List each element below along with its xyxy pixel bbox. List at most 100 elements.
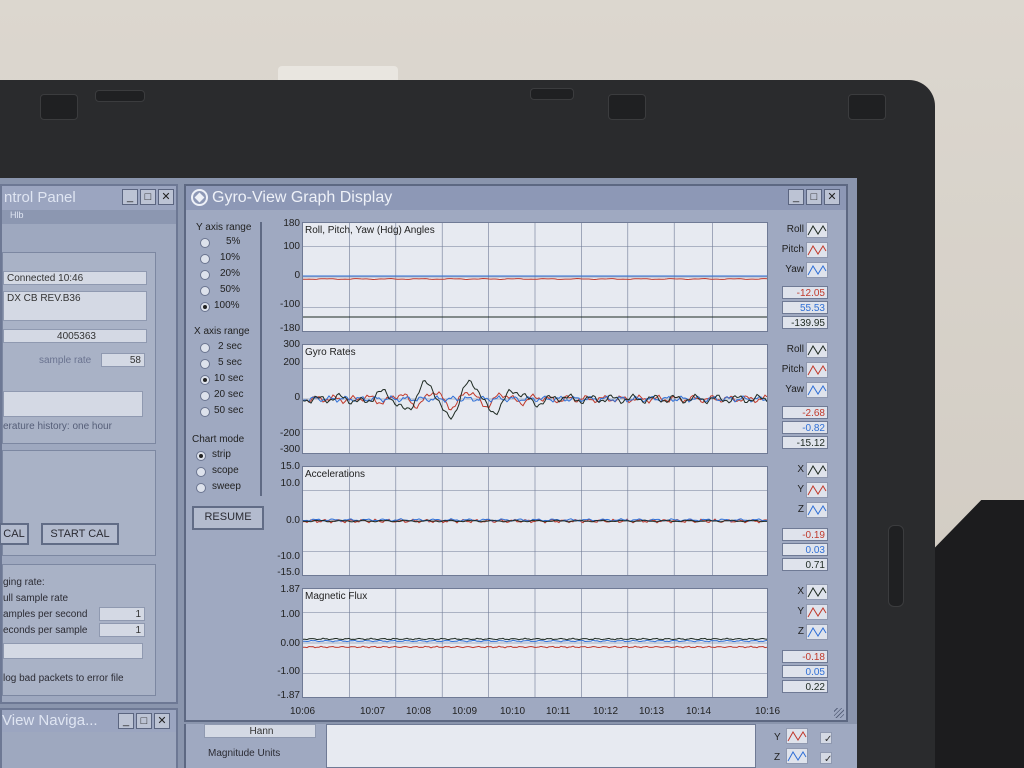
y-range-label: Y axis range [196,222,252,233]
y-tick: -1.00 [277,666,300,677]
close-button[interactable]: ✕ [824,189,840,205]
log-bad-packets-checkbox[interactable]: log bad packets to error file [3,673,124,684]
window-function-select[interactable]: Hann [204,724,316,738]
y-range-100-radio[interactable] [200,302,210,312]
serial-field: 4005363 [3,329,147,343]
x-tick: 10:07 [360,706,386,717]
legend-swatch-glyph [807,465,827,476]
legend-swatch-path [807,385,827,396]
sample-rate-label: sample rate [39,355,92,366]
x-range-5-radio[interactable] [200,359,210,369]
bezel-bumper [40,94,78,120]
minimize-button[interactable]: _ [122,189,138,205]
y-tick: 0 [294,270,300,281]
control-panel-title: ntrol Panel [4,189,76,206]
x-tick: 10:11 [546,706,571,717]
z-visible-checkbox[interactable]: ✓ [820,752,832,765]
mode-strip-radio[interactable] [196,451,206,461]
y-range-10-radio[interactable] [200,254,210,264]
legend-swatch-path [807,607,827,618]
x-range-10-radio[interactable] [200,375,210,385]
samples-per-second-field[interactable]: 1 [99,607,145,621]
mode-sweep-label: sweep [212,481,241,492]
minimize-button[interactable]: _ [118,713,134,729]
y-range-20-radio[interactable] [200,270,210,280]
legend-swatch [806,462,828,478]
x-range-50-label: 50 sec [214,405,244,416]
panel-title: Roll, Pitch, Yaw (Hdg) Angles [305,225,435,236]
bezel-latch [95,90,145,102]
maximize-button[interactable]: □ [136,713,152,729]
gyro-rates-chart [303,345,767,453]
mode-sweep-radio[interactable] [196,483,206,493]
history-label: erature history: one hour [3,421,112,432]
control-panel-subtitle: Hlb [2,210,176,224]
x-tick: 10:13 [639,706,665,717]
bezel-bumper [848,94,886,120]
magnetic-flux-chart [303,589,767,697]
mode-scope-radio[interactable] [196,467,206,477]
gyro-view-window: Gyro-View Graph Display _ □ ✕ Y axis ran… [184,184,848,722]
y-tick: -200 [279,428,300,439]
connection-group: Connected 10:46 DX CB REV.B36 4005363 sa… [2,252,156,444]
gyro-view-titlebar[interactable]: Gyro-View Graph Display _ □ ✕ [186,186,846,210]
seconds-per-sample-field[interactable]: 1 [99,623,145,637]
accel-z-value: 0.71 [782,558,828,571]
bezel-bumper [608,94,646,120]
x-range-20-radio[interactable] [200,391,210,401]
accelerations-chart [303,467,767,575]
x-range-2-radio[interactable] [200,343,210,353]
x-range-2-label: 2 sec [218,341,242,352]
x-range-10-label: 10 sec [214,373,244,384]
full-rate-option[interactable]: ull sample rate [3,593,68,604]
y-tick: 0.0 [286,515,300,526]
log-file-field[interactable] [3,643,143,659]
view-navigator-titlebar[interactable]: View Naviga... _ □ ✕ [2,710,176,732]
close-button[interactable]: ✕ [158,189,174,205]
legend-pitch: Pitch [781,244,804,255]
legend-swatch-glyph [787,731,807,742]
legend-swatch [786,728,808,744]
maximize-button[interactable]: □ [806,189,822,205]
pitch-rate-value: -0.82 [782,421,828,434]
legend-y: Y [797,484,804,495]
cal-button[interactable]: CAL [0,523,29,545]
resume-button[interactable]: RESUME [192,506,264,530]
spectrum-plot [326,724,756,768]
legend-yaw: Yaw [785,264,804,275]
legend-swatch-glyph [807,245,827,256]
legend-roll: Roll [786,344,804,355]
x-tick: 10:14 [686,706,712,717]
maximize-button[interactable]: □ [140,189,156,205]
samples-per-second-option[interactable]: amples per second [3,609,88,620]
seconds-per-sample-option[interactable]: econds per sample [3,625,88,636]
control-panel-window: ntrol Panel _ □ ✕ Hlb Connected 10:46 DX… [0,184,178,704]
yaw-angle-value: -139.95 [782,316,828,329]
y-tick: 15.0 [280,461,300,472]
y-visible-checkbox[interactable]: ✓ [820,732,832,745]
legend-z: Z [797,504,804,515]
x-range-50-radio[interactable] [200,407,210,417]
resize-grip[interactable] [834,708,844,718]
legend-swatch [806,502,828,518]
options-divider [260,222,262,496]
gyro-view-title: Gyro-View Graph Display [212,189,393,206]
close-button[interactable]: ✕ [154,713,170,729]
accel-y-value: 0.03 [782,543,828,556]
x-tick: 10:10 [500,706,526,717]
y-range-20-label: 20% [220,268,241,279]
accelerations-plot: Accelerations [302,466,768,576]
pitch-angle-value: 55.53 [782,301,828,314]
x-tick: 10:09 [452,706,478,717]
control-panel-titlebar[interactable]: ntrol Panel _ □ ✕ [2,186,176,210]
y-range-50-radio[interactable] [200,286,210,296]
angles-chart [303,223,767,331]
legend-pitch: Pitch [781,364,804,375]
start-cal-button[interactable]: START CAL [41,523,119,545]
legend-swatch-path [807,465,827,476]
spectrum-window: Hann Magnitude Units Y Z ✓ ✓ [184,724,857,768]
y-range-5-radio[interactable] [200,238,210,248]
sample-rate-field[interactable]: 58 [101,353,145,367]
y-tick: 1.00 [280,609,300,620]
minimize-button[interactable]: _ [788,189,804,205]
